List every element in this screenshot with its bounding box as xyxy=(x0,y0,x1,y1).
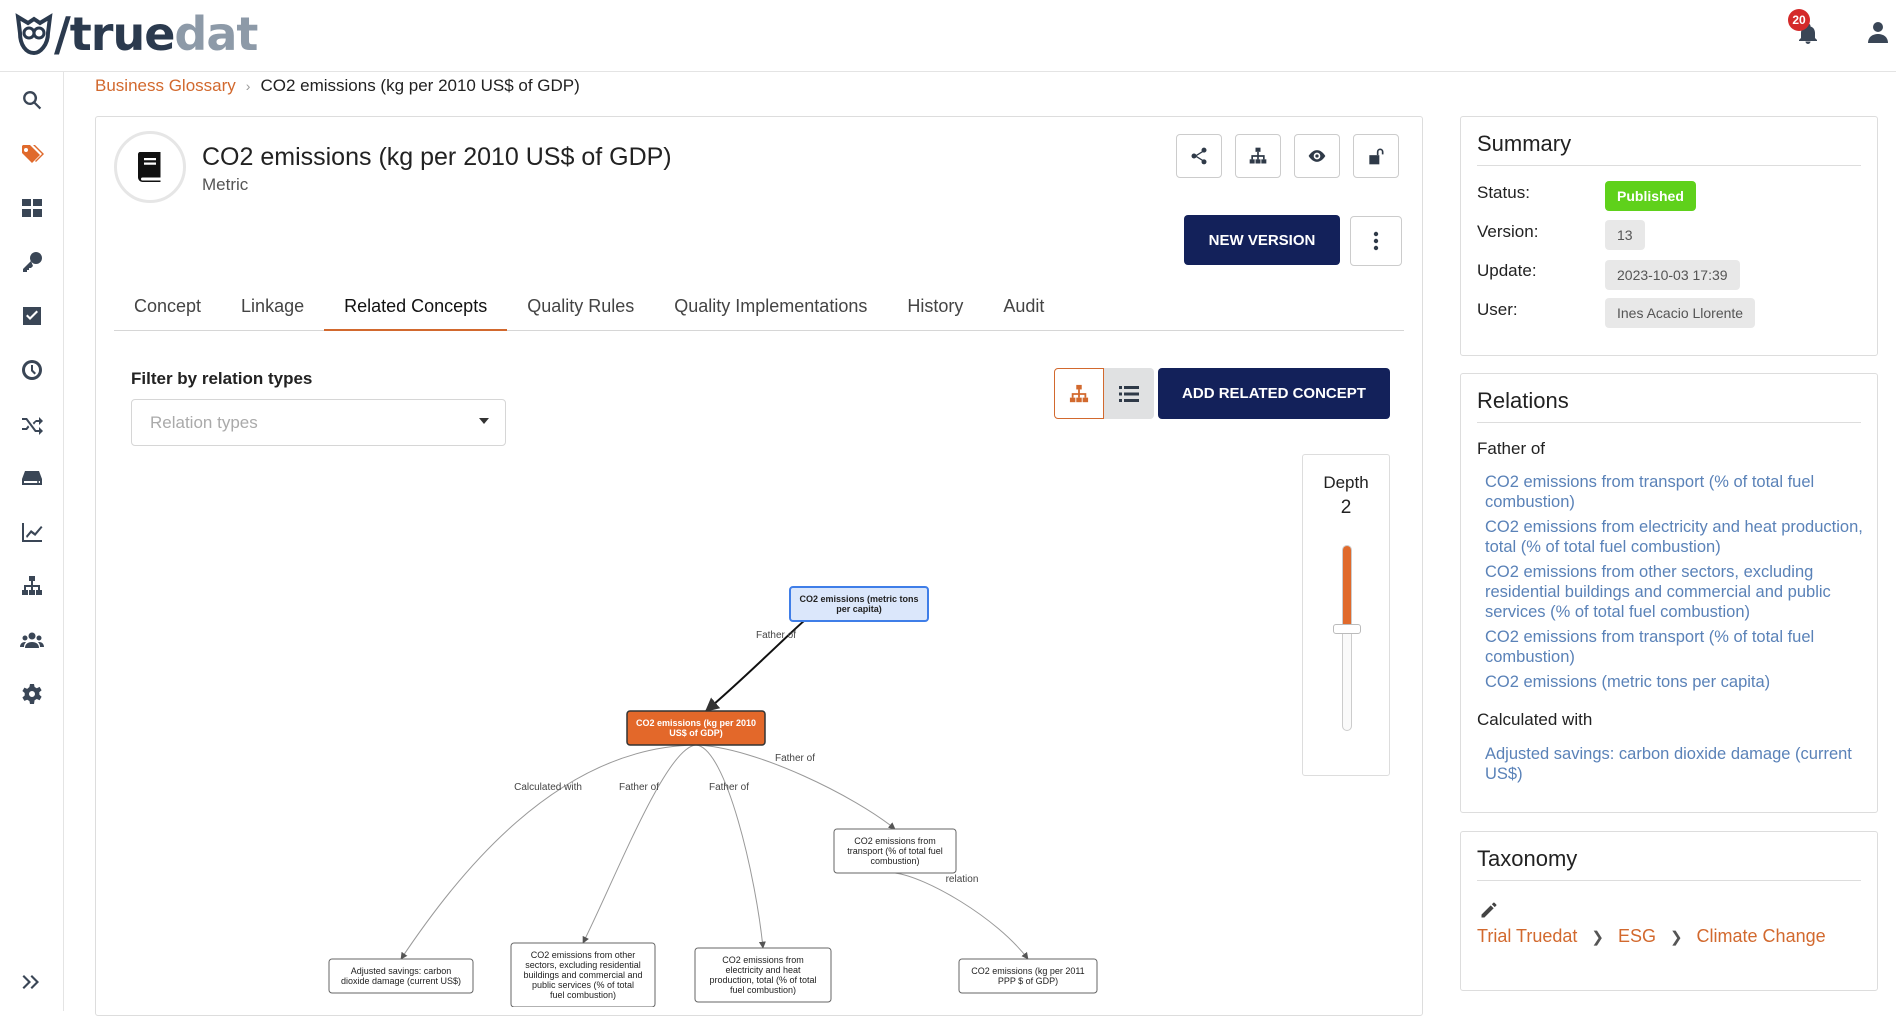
user-badge: Ines Acacio Llorente xyxy=(1605,298,1756,328)
graph-node-label: CO2 emissions (metric tons xyxy=(799,594,918,604)
graph-node-label: fuel combustion) xyxy=(730,985,796,995)
graph-node-label: US$ of GDP) xyxy=(669,728,723,738)
graph-edge xyxy=(695,744,766,949)
update-badge: 2023-10-03 17:39 xyxy=(1605,260,1740,290)
user-label: User: xyxy=(1477,300,1518,319)
taxonomy-link-trial-truedat[interactable]: Trial Truedat xyxy=(1477,926,1577,947)
relations-panel: Relations Father of CO2 emissions from t… xyxy=(1460,373,1878,813)
key-icon[interactable] xyxy=(18,248,46,276)
concept-card: CO2 emissions (kg per 2010 US$ of GDP) M… xyxy=(95,116,1423,1016)
sidebar xyxy=(0,72,64,1011)
graph-node[interactable]: CO2 emissions from othersectors, excludi… xyxy=(510,942,656,1007)
depth-value: 2 xyxy=(1340,497,1352,518)
relation-link[interactable]: CO2 emissions from transport (% of total… xyxy=(1485,472,1865,512)
chevron-right-icon: ❯ xyxy=(1669,928,1683,946)
graph-edge xyxy=(582,744,697,944)
top-bar: /truedat 20 xyxy=(0,0,1896,72)
graph-node[interactable]: Adjusted savings: carbondioxide damage (… xyxy=(328,958,474,994)
gauge-icon[interactable] xyxy=(18,356,46,384)
graph-node-label: fuel combustion) xyxy=(550,990,616,1000)
graph-edge xyxy=(400,744,697,960)
checkbox-icon[interactable] xyxy=(18,302,46,330)
users-icon[interactable] xyxy=(18,626,46,654)
relation-link[interactable]: CO2 emissions from other sectors, exclud… xyxy=(1485,562,1865,622)
expand-sidebar-icon[interactable] xyxy=(18,968,46,996)
graph-node-label: transport (% of total fuel xyxy=(847,846,943,856)
graph-node[interactable]: CO2 emissions (metric tonsper capita) xyxy=(789,586,929,622)
graph-node-label: Adjusted savings: carbon xyxy=(351,966,452,976)
hierarchy-icon[interactable] xyxy=(18,572,46,600)
graph-node-label: buildings and commercial and xyxy=(523,970,642,980)
graph-node-label: CO2 emissions from other xyxy=(531,950,636,960)
graph-edge-label: Father of xyxy=(775,753,815,764)
graph-node[interactable]: CO2 emissions fromtransport (% of total … xyxy=(833,828,957,874)
breadcrumb-separator-icon: › xyxy=(245,78,251,94)
graph-node[interactable]: CO2 emissions (kg per 2010US$ of GDP) xyxy=(626,710,766,746)
graph-node-label: public services (% of total xyxy=(532,980,634,990)
chevron-right-icon: ❯ xyxy=(1591,928,1604,946)
graph-node-label: electricity and heat xyxy=(725,965,801,975)
graph-node-label: CO2 emissions from xyxy=(854,836,936,846)
graph-node-label: dioxide damage (current US$) xyxy=(341,976,461,986)
depth-slider-fill xyxy=(1343,546,1351,630)
graph-node[interactable]: CO2 emissions (kg per 2011PPP $ of GDP) xyxy=(958,958,1098,994)
graph-edge-label: Father of xyxy=(709,782,749,793)
breadcrumb-business-glossary[interactable]: Business Glossary xyxy=(95,76,236,96)
user-menu-icon[interactable] xyxy=(1866,20,1890,46)
graph-node-label: PPP $ of GDP) xyxy=(998,976,1058,986)
tag-icon[interactable] xyxy=(18,140,46,168)
taxonomy-link-esg[interactable]: ESG xyxy=(1618,926,1656,947)
graph-node-label: combustion) xyxy=(870,856,919,866)
relation-link[interactable]: CO2 emissions from electricity and heat … xyxy=(1485,517,1865,557)
update-label: Update: xyxy=(1477,261,1537,280)
status-label: Status: xyxy=(1477,183,1530,202)
graph-edge-label: Father of xyxy=(756,630,796,641)
graph-node-label: CO2 emissions from xyxy=(722,955,804,965)
graph-edge-label: Father of xyxy=(619,782,659,793)
logo-text-true: /true xyxy=(54,7,175,61)
graph-node-label: sectors, excluding residential xyxy=(525,960,641,970)
depth-control: Depth 2 xyxy=(1302,454,1390,776)
graph-node-label: per capita) xyxy=(836,604,882,614)
summary-panel: Summary Status: Published Version: 13 Up… xyxy=(1460,116,1878,356)
relation-group-calculated-with: Calculated with xyxy=(1477,710,1593,729)
breadcrumb-current: CO2 emissions (kg per 2010 US$ of GDP) xyxy=(260,76,580,95)
depth-slider[interactable] xyxy=(1342,545,1352,731)
graph-node-label: CO2 emissions (kg per 2010 xyxy=(636,718,756,728)
status-badge: Published xyxy=(1605,181,1696,211)
relation-link[interactable]: Adjusted savings: carbon dioxide damage … xyxy=(1485,744,1865,784)
shuffle-icon[interactable] xyxy=(18,410,46,438)
relation-link[interactable]: CO2 emissions from transport (% of total… xyxy=(1485,627,1865,667)
notifications-count-badge: 20 xyxy=(1788,9,1810,31)
summary-title: Summary xyxy=(1477,131,1861,166)
version-label: Version: xyxy=(1477,222,1539,241)
relation-link[interactable]: CO2 emissions (metric tons per capita) xyxy=(1485,672,1865,692)
taxonomy-path: Trial Truedat ❯ ESG ❯ Climate Change xyxy=(1477,926,1826,947)
graph-edge-label: Calculated with xyxy=(514,782,582,793)
graph-node[interactable]: CO2 emissions fromelectricity and heatpr… xyxy=(694,947,832,1003)
breadcrumb: Business Glossary › CO2 emissions (kg pe… xyxy=(95,76,580,96)
depth-label: Depth xyxy=(1323,473,1369,492)
graph-edge-label: relation xyxy=(946,874,979,885)
graph-node-label: production, total (% of total xyxy=(709,975,816,985)
graph-edge xyxy=(894,872,1029,960)
graph-node-label: CO2 emissions (kg per 2011 xyxy=(971,966,1084,976)
gear-icon[interactable] xyxy=(18,680,46,708)
owl-logo-icon xyxy=(15,13,53,55)
storage-icon[interactable] xyxy=(18,464,46,492)
logo-text-dat: dat xyxy=(174,7,258,61)
relations-graph: Father of Calculated with Father of Father … xyxy=(328,586,1098,1007)
taxonomy-link-climate-change[interactable]: Climate Change xyxy=(1697,926,1826,947)
chart-line-icon[interactable] xyxy=(18,518,46,546)
search-icon[interactable] xyxy=(18,86,46,114)
depth-slider-handle[interactable] xyxy=(1333,624,1361,634)
truedat-logo[interactable]: /truedat xyxy=(14,7,258,61)
dashboard-icon[interactable] xyxy=(18,194,46,222)
pencil-icon[interactable] xyxy=(1479,900,1501,922)
relation-group-father-of: Father of xyxy=(1477,439,1546,458)
taxonomy-panel: Taxonomy Trial Truedat ❯ ESG ❯ Climate C… xyxy=(1460,831,1878,991)
taxonomy-title: Taxonomy xyxy=(1477,846,1861,881)
version-badge: 13 xyxy=(1605,220,1645,250)
relations-title: Relations xyxy=(1477,388,1861,423)
